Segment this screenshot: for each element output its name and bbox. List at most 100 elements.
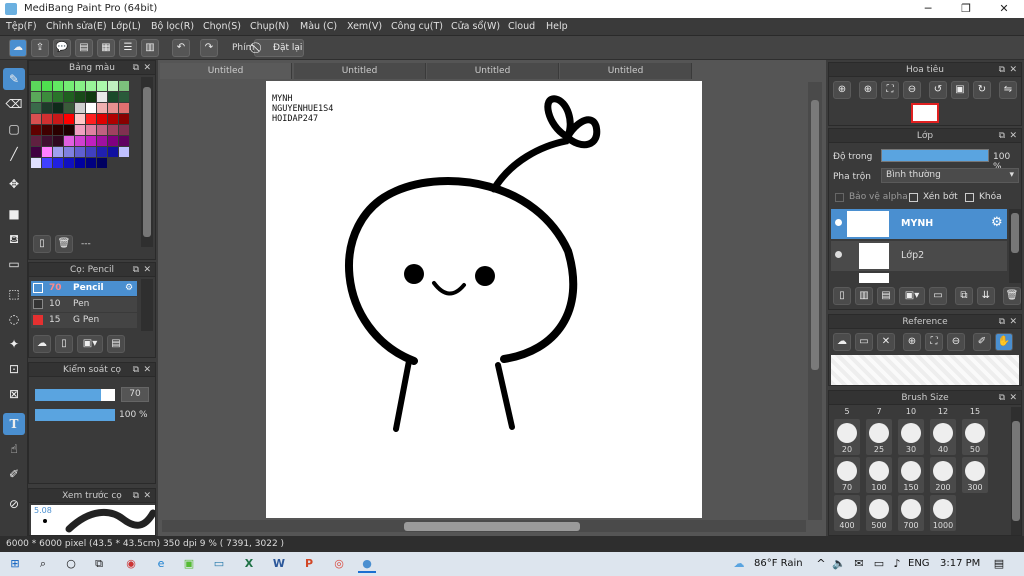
color-swatch[interactable] (108, 147, 118, 157)
layer-row[interactable]: Lớp2 (831, 241, 1007, 271)
fit-window-icon[interactable]: ⛶ (881, 81, 899, 99)
cortana-icon[interactable]: ○ (62, 555, 80, 573)
redo-icon[interactable]: ↷ (200, 39, 218, 57)
color-swatch[interactable] (64, 92, 74, 102)
battery-icon[interactable]: ▭ (870, 555, 888, 573)
select-rect-tool-icon[interactable]: ⬚ (3, 283, 25, 305)
color-swatch[interactable] (42, 92, 52, 102)
color-swatch[interactable] (75, 81, 85, 91)
color-swatch[interactable] (86, 125, 96, 135)
drawing-canvas[interactable]: MYNH NGUYENHUE1S4 HOIDAP247 (266, 81, 702, 518)
chrome-icon[interactable]: ◎ (330, 555, 348, 573)
gear-icon[interactable]: ⚙ (991, 215, 1003, 230)
close-panel-icon[interactable]: ✕ (143, 61, 151, 75)
color-swatch[interactable] (119, 125, 129, 135)
color-swatch[interactable] (97, 147, 107, 157)
color-swatch[interactable] (53, 158, 63, 168)
menu-edit[interactable]: Chỉnh sửa(E) (46, 21, 107, 32)
color-swatch[interactable] (31, 136, 41, 146)
navigator-thumbnail[interactable] (911, 103, 939, 123)
flip-icon[interactable]: ⇋ (999, 81, 1017, 99)
undock-icon[interactable]: ⧉ (999, 63, 1005, 77)
scroll-thumb[interactable] (811, 100, 819, 370)
color-swatch[interactable] (64, 103, 74, 113)
brush-size-scrollbar[interactable] (1011, 407, 1021, 535)
network-icon[interactable]: ✉ (850, 555, 868, 573)
color-swatch[interactable] (42, 136, 52, 146)
color-swatch[interactable] (75, 125, 85, 135)
page-manage-icon[interactable]: ▥ (141, 39, 159, 57)
add-brush-icon[interactable]: ▣▾ (77, 335, 103, 353)
close-panel-icon[interactable]: ✕ (143, 489, 151, 503)
scroll-thumb[interactable] (404, 522, 580, 531)
undock-icon[interactable]: ⧉ (133, 263, 139, 277)
doc-tab[interactable]: Untitled (427, 63, 559, 79)
medibang-icon[interactable]: ● (358, 555, 376, 573)
brush-size-cell[interactable]: 700 (898, 495, 924, 531)
color-swatch[interactable] (64, 147, 74, 157)
fill-rect-tool-icon[interactable]: ■ (3, 203, 25, 225)
color-swatch[interactable] (75, 103, 85, 113)
menu-select[interactable]: Chọn(S) (203, 21, 241, 32)
lock-checkbox[interactable] (965, 193, 974, 202)
brush-size-cell[interactable]: 300 (962, 457, 988, 493)
color-swatch[interactable] (86, 158, 96, 168)
zoom-out-icon[interactable]: ⊖ (903, 81, 921, 99)
color-swatch[interactable] (53, 136, 63, 146)
comment-list-icon[interactable]: ▤ (75, 39, 93, 57)
brush-size-cell[interactable]: 70 (834, 457, 860, 493)
color-swatch[interactable] (86, 147, 96, 157)
cloud-brush-icon[interactable]: ☁ (33, 335, 51, 353)
color-swatch[interactable] (31, 125, 41, 135)
layer-opacity-slider[interactable] (881, 149, 989, 162)
color-swatch[interactable] (119, 81, 129, 91)
color-swatch[interactable] (119, 147, 129, 157)
close-button[interactable]: ✕ (994, 1, 1014, 17)
color-swatch[interactable] (97, 125, 107, 135)
opacity-slider[interactable] (35, 409, 115, 421)
scroll-thumb[interactable] (143, 87, 151, 237)
color-swatch[interactable] (108, 92, 118, 102)
doc-tab[interactable]: Untitled (560, 63, 692, 79)
close-panel-icon[interactable]: ✕ (1009, 315, 1017, 329)
color-swatch[interactable] (42, 114, 52, 124)
close-panel-icon[interactable]: ✕ (1009, 391, 1017, 405)
search-icon[interactable]: ⌕ (34, 555, 52, 573)
gradient-tool-icon[interactable]: ▭ (3, 253, 25, 275)
undock-icon[interactable]: ⧉ (133, 61, 139, 75)
vertical-scrollbar[interactable] (808, 82, 822, 520)
line-tool-icon[interactable]: ╱ (3, 143, 25, 165)
color-swatch[interactable] (31, 147, 41, 157)
menu-capture[interactable]: Chụp(N) (250, 21, 289, 32)
page-list-icon[interactable]: ☰ (119, 39, 137, 57)
menu-tools[interactable]: Công cụ(T) (391, 21, 443, 32)
color-swatch[interactable] (42, 103, 52, 113)
color-swatch[interactable] (97, 92, 107, 102)
actual-size-icon[interactable]: ▣ (951, 81, 969, 99)
cloud-icon[interactable]: ☁ (9, 39, 27, 57)
scroll-thumb[interactable] (1011, 213, 1019, 253)
color-swatch[interactable] (97, 103, 107, 113)
color-swatch[interactable] (31, 158, 41, 168)
merge-layer-icon[interactable]: ⇊ (977, 287, 995, 305)
menu-view[interactable]: Xem(V) (347, 21, 382, 32)
brush-size-cell[interactable]: 40 (930, 419, 956, 455)
color-swatch[interactable] (86, 92, 96, 102)
color-swatch[interactable] (86, 103, 96, 113)
duplicate-layer-icon[interactable]: ⧉ (955, 287, 973, 305)
rotate-right-icon[interactable]: ↻ (973, 81, 991, 99)
color-swatch[interactable] (97, 114, 107, 124)
color-swatch[interactable] (86, 114, 96, 124)
brush-item-pencil[interactable]: 70 Pencil ⚙ (31, 281, 137, 296)
doc-tab[interactable]: Untitled (160, 63, 292, 79)
size-slider[interactable] (35, 389, 115, 401)
color-swatch[interactable] (31, 92, 41, 102)
brush-size-cell[interactable]: 500 (866, 495, 892, 531)
brush-size-cell[interactable]: 1000 (930, 495, 956, 531)
color-swatch[interactable] (97, 158, 107, 168)
color-swatch[interactable] (108, 114, 118, 124)
close-reference-icon[interactable]: ✕ (877, 333, 895, 351)
color-swatch[interactable] (119, 103, 129, 113)
page-icon[interactable]: ▦ (97, 39, 115, 57)
color-swatch[interactable] (75, 136, 85, 146)
